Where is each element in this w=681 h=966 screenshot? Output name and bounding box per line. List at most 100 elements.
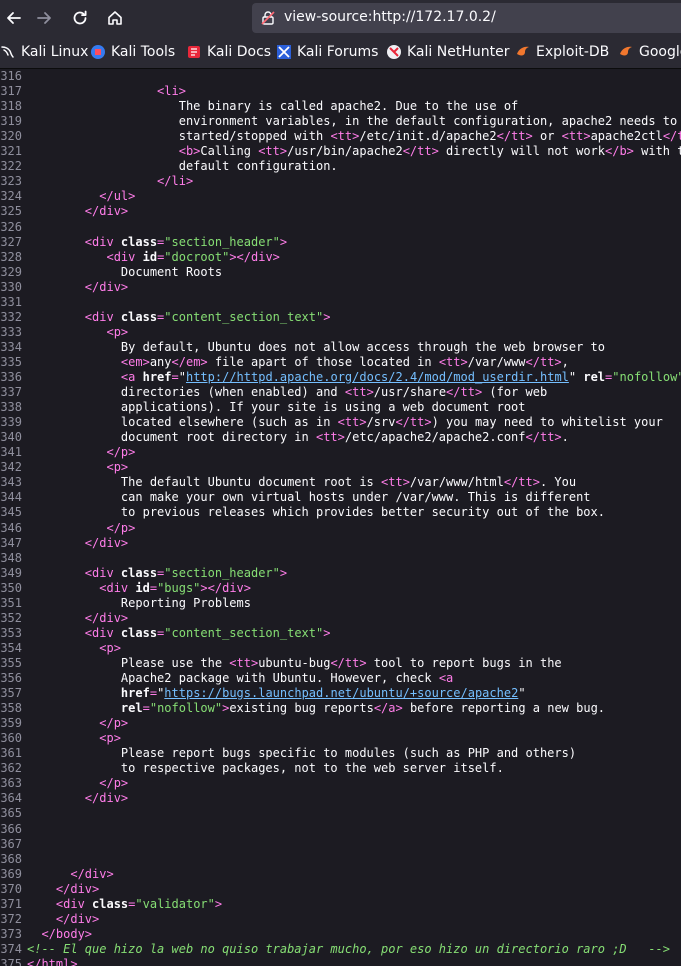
source-token: "content_section_text"	[164, 625, 324, 640]
address-bar[interactable]: view-source:http://172.17.0.2/	[252, 3, 681, 33]
source-token	[27, 641, 99, 655]
source-line: 335 <em>any</em> file apart of those loc…	[0, 355, 681, 370]
source-token	[27, 144, 179, 158]
source-code: <div class="section_header">	[27, 566, 287, 581]
forward-button[interactable]	[30, 4, 58, 32]
source-token: <div	[106, 249, 143, 264]
source-token: </tt>	[446, 385, 483, 400]
source-token: <p>	[99, 640, 121, 655]
source-token: >	[279, 565, 288, 580]
source-token: By default, Ubuntu does not allow access…	[27, 339, 605, 354]
source-token: id	[142, 249, 158, 264]
insecure-lock-icon[interactable]	[260, 10, 276, 26]
source-token	[27, 189, 99, 203]
source-code: <!-- El que hizo la web no quiso trabaja…	[27, 942, 670, 957]
source-token: any	[149, 354, 172, 369]
bookmark-label: Google	[639, 44, 681, 60]
page-source-view[interactable]: 316 317 <li> 318 The binary is called apac…	[0, 68, 681, 966]
reload-button[interactable]	[66, 4, 94, 32]
source-token: The binary is called apache2. Due to the…	[27, 99, 519, 114]
source-token: (for web	[482, 385, 548, 400]
source-token: =	[149, 580, 158, 595]
source-link[interactable]: https://bugs.launchpad.net/ubuntu/+sourc…	[164, 686, 518, 700]
line-number: 363	[0, 776, 22, 791]
source-line: 331	[0, 295, 681, 310]
source-line: 323 </li>	[0, 174, 681, 189]
source-line: 317 <li>	[0, 84, 681, 99]
source-token: environment variables, in the default co…	[27, 114, 681, 129]
source-token	[27, 731, 99, 745]
bookmark-kali-forums[interactable]: Kali Forums	[276, 42, 378, 62]
source-code: Apache2 package with Ubuntu. However, ch…	[27, 671, 453, 686]
google-icon	[620, 46, 632, 56]
bookmark-kali-tools[interactable]: Kali Tools	[90, 42, 175, 62]
source-token: .	[561, 430, 569, 445]
source-code: The default Ubuntu document root is <tt>…	[27, 475, 576, 490]
source-line: 330 </div>	[0, 280, 681, 295]
source-code: Reporting Problems	[27, 596, 251, 611]
source-token: href	[142, 370, 172, 384]
source-code: <p>	[27, 641, 121, 656]
source-token: "section_header"	[164, 234, 280, 249]
source-line: 334 By default, Ubuntu does not allow ac…	[0, 340, 681, 355]
source-line: 364 </div>	[0, 791, 681, 806]
source-token	[27, 521, 106, 535]
source-link[interactable]: http://httpd.apache.org/docs/2.4/mod/mod…	[186, 370, 569, 384]
source-token: </p>	[99, 716, 129, 731]
source-token: "nofollow"	[149, 701, 223, 716]
source-token	[27, 686, 121, 700]
source-token: ubuntu-bug	[258, 655, 331, 670]
source-line: 353 <div class="content_section_text">	[0, 626, 681, 641]
back-button[interactable]	[0, 4, 28, 32]
source-token: ,	[561, 354, 569, 369]
source-token: </tt>	[525, 354, 562, 369]
source-token: <em>	[120, 354, 150, 369]
source-line: 367	[0, 837, 681, 852]
line-number: 349	[0, 565, 22, 580]
line-number: 355	[0, 655, 22, 670]
source-token	[27, 867, 70, 881]
bookmark-kali-docs[interactable]: Kali Docs	[186, 42, 271, 62]
source-token: </div>	[84, 279, 129, 294]
source-token: ></div>	[200, 580, 251, 595]
bookmark-exploit-db[interactable]: Exploit-DB	[515, 42, 609, 62]
source-code: can make your own virtual hosts under /v…	[27, 490, 591, 505]
source-token	[27, 912, 56, 926]
line-number: 372	[0, 911, 22, 926]
url-text[interactable]: view-source:http://172.17.0.2/	[284, 9, 496, 25]
line-number: 342	[0, 460, 22, 475]
source-token: "	[568, 370, 584, 384]
source-token: class	[120, 625, 158, 640]
line-number: 330	[0, 279, 22, 294]
line-number: 354	[0, 640, 22, 655]
line-number: 318	[0, 99, 22, 114]
source-token: <tt>	[344, 385, 374, 400]
source-line: 318 The binary is called apache2. Due to…	[0, 99, 681, 114]
bookmark-kali-nethunter[interactable]: Kali NetHunter	[386, 42, 509, 62]
source-token: </tt>	[496, 129, 533, 144]
source-token: Please use the	[27, 655, 230, 670]
line-number: 351	[0, 595, 22, 610]
bookmark-kali-linux[interactable]: Kali Linux	[0, 42, 88, 62]
home-button[interactable]	[101, 4, 129, 32]
source-token: Apache2 package with Ubuntu. However, ch…	[27, 671, 439, 685]
source-code: </ul>	[27, 189, 135, 204]
source-code: Please use the <tt>ubuntu-bug</tt> tool …	[27, 656, 562, 671]
source-line: 362 to respective packages, not to the w…	[0, 761, 681, 776]
source-token: located elsewhere (such as in	[27, 415, 338, 430]
source-token: class	[120, 309, 158, 324]
bookmark-google[interactable]: Google	[618, 42, 681, 62]
kali-dragon-icon	[1, 46, 14, 58]
source-line: 360 <p>	[0, 731, 681, 746]
arrow-left-icon	[7, 12, 21, 24]
source-code: to respective packages, not to the web s…	[27, 761, 504, 776]
source-token	[27, 626, 85, 640]
source-token: <!-- El que hizo la web no quiso trabaja…	[27, 941, 670, 956]
source-token: <tt>	[337, 415, 367, 430]
source-token	[27, 611, 85, 625]
source-code: <div class="content_section_text">	[27, 625, 331, 641]
source-token: <div	[84, 309, 121, 324]
source-line: 372 </div>	[0, 912, 681, 927]
source-token: to previous releases which provides bett…	[27, 505, 605, 520]
source-line: 349 <div class="section_header">	[0, 566, 681, 581]
